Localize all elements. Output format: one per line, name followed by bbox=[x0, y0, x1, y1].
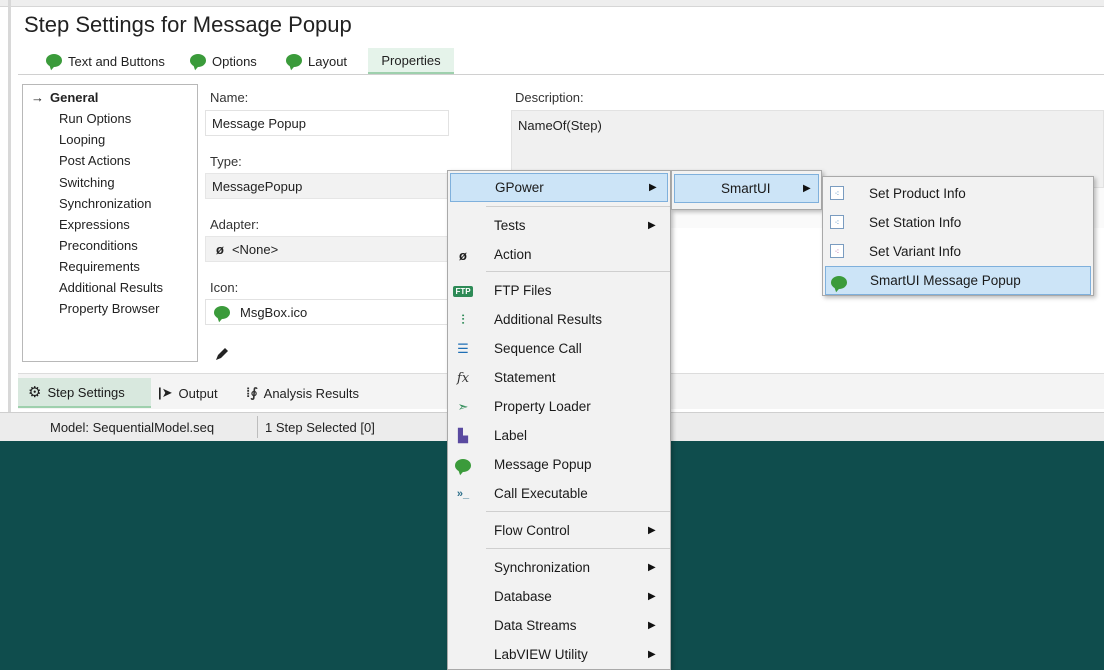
adapter-select[interactable]: ø <None> bbox=[205, 236, 449, 262]
tab-properties[interactable]: Properties bbox=[368, 48, 454, 74]
sidebar-item-looping[interactable]: Looping bbox=[59, 132, 105, 147]
tab-step-settings[interactable]: ⚙ Step Settings bbox=[18, 378, 151, 408]
sidebar-item-property-browser[interactable]: Property Browser bbox=[59, 301, 159, 316]
message-bubble-icon bbox=[214, 305, 230, 319]
tab-options[interactable]: Options bbox=[190, 48, 257, 74]
menu-item-set-product-info[interactable]: ⁖ Set Product Info bbox=[823, 179, 1093, 208]
null-set-icon: ø bbox=[216, 241, 224, 257]
tab-output[interactable]: |➤ Output bbox=[158, 378, 218, 408]
submenu-arrow-icon: ▶ bbox=[648, 220, 656, 231]
submenu-arrow-icon: ▶ bbox=[648, 562, 656, 573]
message-bubble-icon bbox=[286, 54, 302, 68]
menu-item-action[interactable]: ø Action bbox=[448, 240, 672, 269]
sidebar-item-preconditions[interactable]: Preconditions bbox=[59, 238, 138, 253]
menu-item-flow-control[interactable]: Flow Control ▶ bbox=[448, 516, 672, 545]
menu-item-additional-results[interactable]: ⫶ Additional Results bbox=[448, 305, 672, 334]
menu-item-smartui-message-popup[interactable]: SmartUI Message Popup bbox=[825, 266, 1091, 295]
status-selection: 1 Step Selected [0] bbox=[261, 416, 451, 438]
submenu-arrow-icon: ▶ bbox=[648, 649, 656, 660]
menu-item-property-loader[interactable]: ➣ Property Loader bbox=[448, 392, 672, 421]
status-model: Model: SequentialModel.seq bbox=[46, 416, 258, 438]
sequence-call-icon: ☰ bbox=[457, 341, 469, 356]
menu-item-data-streams[interactable]: Data Streams ▶ bbox=[448, 611, 672, 640]
type-label: Type: bbox=[210, 154, 242, 169]
submenu-arrow-icon: ▶ bbox=[648, 591, 656, 602]
menu-separator bbox=[486, 271, 670, 272]
smartui-step-icon: ⁖ bbox=[830, 244, 844, 258]
window-left-edge bbox=[8, 0, 11, 440]
smartui-step-icon: ⁖ bbox=[830, 186, 844, 200]
adapter-label: Adapter: bbox=[210, 217, 260, 232]
window-top-edge bbox=[0, 0, 1104, 7]
tab-text-and-buttons[interactable]: Text and Buttons bbox=[46, 48, 165, 74]
tab-divider bbox=[18, 74, 1104, 75]
null-set-icon: ø bbox=[459, 247, 467, 263]
sidebar-item-switching[interactable]: Switching bbox=[59, 175, 115, 190]
message-bubble-icon bbox=[190, 54, 206, 68]
menu-item-tests[interactable]: Tests ▶ bbox=[448, 211, 672, 240]
pencil-icon[interactable] bbox=[214, 346, 230, 362]
submenu-arrow-icon: ▶ bbox=[648, 525, 656, 536]
sidebar-item-general[interactable]: → General bbox=[31, 90, 98, 105]
menu-item-label[interactable]: ▙ Label bbox=[448, 421, 672, 450]
tab-label: Options bbox=[212, 53, 257, 69]
message-bubble-icon bbox=[455, 457, 471, 473]
tab-label: Text and Buttons bbox=[68, 53, 165, 69]
sidebar-item-run-options[interactable]: Run Options bbox=[59, 111, 131, 126]
menu-separator bbox=[486, 206, 670, 207]
tab-label: Layout bbox=[308, 53, 348, 69]
submenu-arrow-icon: ▶ bbox=[803, 183, 811, 194]
insert-step-menu: GPower ▶ Tests ▶ ø Action FTP FTP Files … bbox=[447, 170, 671, 670]
menu-item-sequence-call[interactable]: ☰ Sequence Call bbox=[448, 334, 672, 363]
output-arrow-icon: |➤ bbox=[158, 385, 173, 400]
menu-item-database[interactable]: Database ▶ bbox=[448, 582, 672, 611]
menu-item-set-station-info[interactable]: ⁖ Set Station Info bbox=[823, 208, 1093, 237]
tab-analysis-results[interactable]: ⁞∮ Analysis Results bbox=[246, 378, 359, 408]
menu-item-gpower[interactable]: GPower ▶ bbox=[450, 173, 668, 202]
page-title: Step Settings for Message Popup bbox=[24, 12, 352, 37]
label-icon: ▙ bbox=[458, 428, 468, 443]
menu-item-set-variant-info[interactable]: ⁖ Set Variant Info bbox=[823, 237, 1093, 266]
smartui-submenu: ⁖ Set Product Info ⁖ Set Station Info ⁖ … bbox=[822, 176, 1094, 296]
type-field: MessagePopup bbox=[205, 173, 449, 199]
terminal-icon: »_ bbox=[456, 488, 470, 500]
gpower-submenu: SmartUI ▶ bbox=[671, 170, 822, 210]
sidebar-item-additional-results[interactable]: Additional Results bbox=[59, 280, 163, 295]
menu-item-statement[interactable]: fx Statement bbox=[448, 363, 672, 392]
tab-label: Properties bbox=[381, 52, 441, 68]
menu-item-message-popup[interactable]: Message Popup bbox=[448, 450, 672, 479]
message-bubble-icon bbox=[46, 54, 62, 68]
arrow-right-icon: → bbox=[31, 90, 44, 105]
sidebar-item-synchronization[interactable]: Synchronization bbox=[59, 196, 152, 211]
property-loader-icon: ➣ bbox=[457, 399, 469, 414]
submenu-arrow-icon: ▶ bbox=[648, 620, 656, 631]
ftp-icon: FTP bbox=[453, 285, 473, 297]
description-value: NameOf(Step) bbox=[518, 118, 602, 133]
additional-results-icon: ⫶ bbox=[461, 312, 465, 327]
menu-item-labview-utility[interactable]: LabVIEW Utility ▶ bbox=[448, 640, 672, 669]
smartui-step-icon: ⁖ bbox=[830, 215, 844, 229]
menu-item-smartui[interactable]: SmartUI ▶ bbox=[674, 174, 819, 203]
menu-item-synchronization[interactable]: Synchronization ▶ bbox=[448, 553, 672, 582]
submenu-arrow-icon: ▶ bbox=[649, 182, 657, 193]
gear-icon: ⚙ bbox=[28, 384, 42, 401]
name-field[interactable]: Message Popup bbox=[205, 110, 449, 136]
menu-item-call-executable[interactable]: »_ Call Executable bbox=[448, 479, 672, 508]
icon-field[interactable]: MsgBox.ico bbox=[205, 299, 449, 325]
icon-label: Icon: bbox=[210, 280, 239, 295]
microscope-icon: ⁞∮ bbox=[246, 385, 258, 400]
smartui-message-bubble-icon bbox=[831, 274, 847, 290]
description-label: Description: bbox=[515, 90, 584, 105]
sidebar-item-expressions[interactable]: Expressions bbox=[59, 217, 130, 232]
properties-sidebar: → General Run Options Looping Post Action… bbox=[22, 84, 198, 362]
fx-icon: fx bbox=[456, 370, 470, 386]
tab-layout[interactable]: Layout bbox=[286, 48, 347, 74]
sidebar-item-post-actions[interactable]: Post Actions bbox=[59, 153, 131, 168]
menu-item-ftp-files[interactable]: FTP FTP Files bbox=[448, 276, 672, 305]
name-label: Name: bbox=[210, 90, 249, 105]
sidebar-item-requirements[interactable]: Requirements bbox=[59, 259, 140, 274]
menu-separator bbox=[486, 511, 670, 512]
menu-separator bbox=[486, 548, 670, 549]
